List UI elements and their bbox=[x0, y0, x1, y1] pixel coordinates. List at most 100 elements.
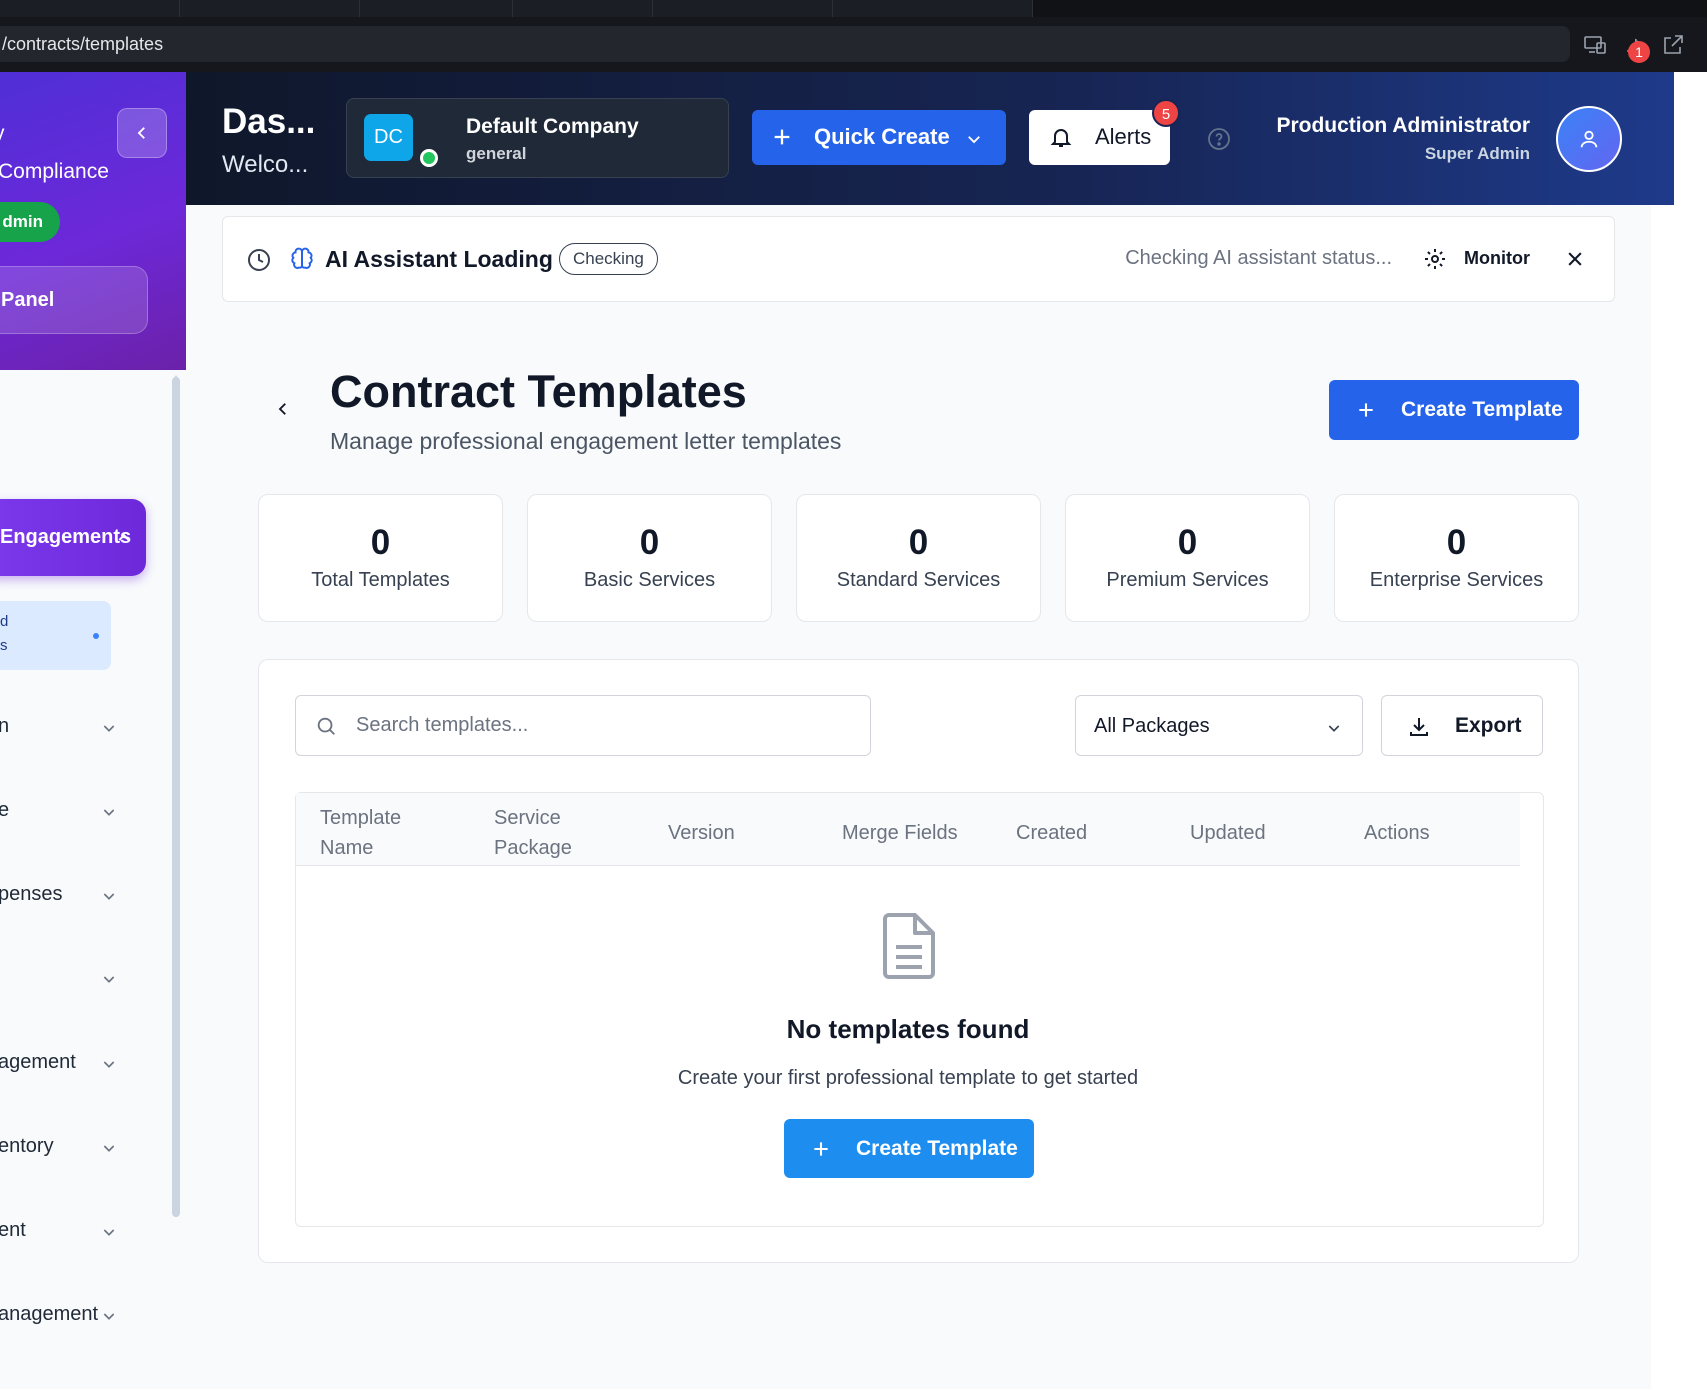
chevron-down-icon bbox=[103, 1313, 115, 1320]
sidebar-item-label: e bbox=[0, 799, 10, 821]
quick-create-label: Quick Create bbox=[814, 124, 950, 149]
back-chevron-icon[interactable] bbox=[274, 400, 292, 418]
empty-create-template-button[interactable]: Create Template bbox=[784, 1119, 1034, 1178]
user-icon bbox=[1580, 130, 1598, 148]
chevron-down-icon bbox=[103, 1061, 115, 1068]
chevron-down-icon bbox=[103, 893, 115, 900]
monitor-button[interactable]: Monitor bbox=[1464, 248, 1530, 269]
sidebar-brand-subtitle: Compliance bbox=[0, 160, 109, 183]
chevron-down-icon bbox=[1328, 725, 1340, 732]
chevron-down-icon bbox=[103, 976, 115, 983]
search-input[interactable] bbox=[356, 696, 856, 755]
sidebar-item-label: anagement bbox=[0, 1303, 99, 1325]
plus-icon bbox=[814, 1142, 828, 1156]
sidebar-scrollbar[interactable] bbox=[172, 377, 180, 1217]
search-box bbox=[295, 695, 871, 756]
stat-card-premium: 0 Premium Services bbox=[1065, 494, 1310, 622]
sidebar-item-label: ent bbox=[0, 1219, 26, 1241]
sidebar-item-engagements[interactable]: Engagements bbox=[0, 499, 146, 576]
user-avatar[interactable] bbox=[1556, 106, 1622, 172]
templates-table: Template Name Service Package Version Me… bbox=[295, 792, 1544, 1227]
page-header-title: Das... bbox=[222, 102, 316, 141]
sidebar-item[interactable]: penses bbox=[0, 875, 150, 915]
open-external-icon[interactable] bbox=[1661, 33, 1685, 57]
stat-value: 0 bbox=[1177, 523, 1198, 562]
help-icon[interactable] bbox=[1207, 127, 1231, 151]
extension-badge: 1 bbox=[1628, 41, 1650, 63]
stat-card-basic: 0 Basic Services bbox=[527, 494, 772, 622]
active-dot bbox=[93, 633, 99, 639]
plus-icon bbox=[1359, 403, 1373, 417]
sidebar-subitem-active[interactable]: d s bbox=[0, 601, 111, 670]
user-name: Production Administrator bbox=[1276, 114, 1530, 137]
column-header-text: Package bbox=[494, 837, 572, 859]
create-template-button[interactable]: Create Template bbox=[1329, 380, 1579, 440]
address-bar[interactable]: /contracts/templates bbox=[0, 26, 1570, 62]
close-icon[interactable] bbox=[1565, 249, 1585, 269]
package-filter-select[interactable]: All Packages bbox=[1075, 695, 1363, 756]
browser-tab-strip bbox=[0, 0, 1707, 17]
devices-icon[interactable] bbox=[1583, 33, 1607, 57]
column-header-actions: Actions bbox=[1364, 822, 1430, 844]
stat-card-enterprise: 0 Enterprise Services bbox=[1334, 494, 1579, 622]
column-header-merge-fields[interactable]: Merge Fields bbox=[842, 818, 958, 848]
search-icon bbox=[317, 717, 335, 735]
company-avatar: DC bbox=[364, 114, 413, 161]
browser-tab[interactable] bbox=[653, 0, 833, 17]
company-switcher[interactable]: DC Default Company general bbox=[346, 98, 864, 178]
browser-tab[interactable] bbox=[513, 0, 653, 17]
empty-create-template-label: Create Template bbox=[856, 1137, 1018, 1160]
sidebar-item[interactable]: agement bbox=[0, 1043, 150, 1083]
alerts-label: Alerts bbox=[1095, 124, 1152, 149]
ai-status-badge: Checking bbox=[559, 243, 658, 275]
column-header-version[interactable]: Version bbox=[668, 818, 735, 848]
page-title: Contract Templates bbox=[330, 366, 747, 417]
quick-create-button[interactable]: Quick Create bbox=[752, 110, 1006, 165]
bell-icon bbox=[1050, 129, 1072, 147]
sidebar-item[interactable]: ent bbox=[0, 1211, 150, 1251]
column-header-text: Service bbox=[494, 807, 561, 829]
column-header-template-name[interactable]: Template Name bbox=[320, 803, 401, 863]
ai-status-text: Checking AI assistant status... bbox=[1125, 247, 1392, 269]
document-icon bbox=[883, 913, 935, 979]
sidebar-item-label: n bbox=[0, 715, 10, 737]
online-status-dot bbox=[420, 149, 438, 167]
stat-card-total: 0 Total Templates bbox=[258, 494, 503, 622]
stat-value: 0 bbox=[1446, 523, 1467, 562]
stat-label: Premium Services bbox=[1106, 569, 1269, 591]
sidebar: y Compliance dmin Panel Engagements d s … bbox=[0, 72, 186, 1389]
export-button[interactable]: Export bbox=[1381, 695, 1543, 756]
page-header-subtitle: Welco... bbox=[222, 151, 309, 178]
empty-state-title: No templates found bbox=[786, 1014, 1030, 1044]
column-header-updated[interactable]: Updated bbox=[1190, 818, 1266, 848]
gear-icon[interactable] bbox=[1423, 247, 1447, 271]
chevron-down-icon bbox=[103, 809, 115, 816]
column-header-service-package[interactable]: Service Package bbox=[494, 803, 572, 863]
column-header-created[interactable]: Created bbox=[1016, 818, 1087, 848]
sidebar-item[interactable]: e bbox=[0, 791, 150, 831]
company-type: general bbox=[466, 144, 527, 163]
sidebar-item[interactable]: entory bbox=[0, 1127, 150, 1167]
app-header: Das... Welco... DC Default Company gener… bbox=[186, 72, 1674, 205]
sidebar-item-label: agement bbox=[0, 1051, 76, 1073]
plus-icon bbox=[774, 129, 790, 145]
alerts-button[interactable]: Alerts bbox=[1029, 110, 1170, 165]
chevron-down-icon bbox=[103, 1229, 115, 1236]
sidebar-item[interactable]: n bbox=[0, 707, 150, 747]
panel-button[interactable]: Panel bbox=[0, 266, 148, 334]
browser-tab[interactable] bbox=[0, 0, 180, 17]
address-url: /contracts/templates bbox=[2, 34, 164, 54]
brain-icon bbox=[291, 247, 313, 269]
sidebar-item[interactable]: anagement bbox=[0, 1295, 150, 1335]
chevron-up-icon bbox=[118, 533, 130, 541]
browser-toolbar: /contracts/templates 1 bbox=[0, 17, 1707, 72]
page-subtitle: Manage professional engagement letter te… bbox=[330, 428, 842, 454]
create-template-label: Create Template bbox=[1401, 398, 1563, 421]
browser-tab[interactable] bbox=[833, 0, 1033, 17]
sidebar-collapse-button[interactable] bbox=[117, 108, 167, 158]
browser-tab[interactable] bbox=[180, 0, 360, 17]
browser-tab[interactable] bbox=[360, 0, 513, 17]
sidebar-item[interactable] bbox=[0, 958, 150, 998]
page-right-edge bbox=[1651, 205, 1707, 1389]
stat-label: Standard Services bbox=[836, 569, 1001, 591]
